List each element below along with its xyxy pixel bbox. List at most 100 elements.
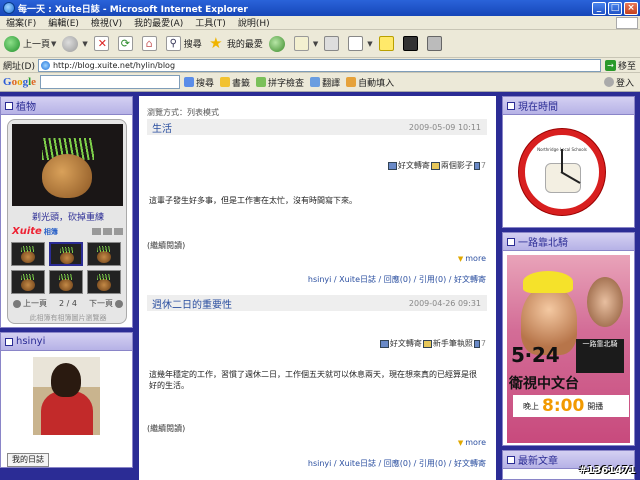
post-title[interactable]: 生活 <box>147 120 172 135</box>
search-button[interactable]: ⚲ 搜尋 <box>165 36 202 51</box>
notes-button[interactable] <box>378 36 397 51</box>
post-title[interactable]: 週休二日的重要性 <box>147 296 232 311</box>
plant-photo[interactable] <box>12 124 123 206</box>
menu-help[interactable]: 說明(H) <box>232 16 276 29</box>
thumbnail[interactable] <box>11 242 45 266</box>
post-share: 好文轉寄 兩個影子 7 <box>387 160 486 171</box>
google-toolbar: Google 搜尋 書籤 拼字檢查 翻譯 自動填入 登入 <box>0 73 640 92</box>
read-more-link[interactable]: (繼續閱讀) <box>147 423 185 434</box>
category-link[interactable]: 兩個影子 <box>441 160 473 171</box>
k-button[interactable] <box>402 36 421 51</box>
mail-button[interactable]: ▼ <box>293 36 318 51</box>
post-header: 生活 2009-05-09 10:11 <box>147 119 487 135</box>
history-button[interactable] <box>268 35 288 52</box>
widget-icon <box>5 337 13 346</box>
widget-icon <box>5 101 13 110</box>
my-diary-button[interactable]: 我的日誌 <box>7 453 49 467</box>
menu-file[interactable]: 檔案(F) <box>0 16 42 29</box>
autofill-icon <box>346 77 357 87</box>
thumbnail[interactable] <box>11 270 45 294</box>
grid-icon[interactable] <box>92 227 101 235</box>
google-spellcheck-button[interactable]: 拼字檢查 <box>256 76 304 89</box>
post-meta[interactable]: hsinyi / Xuite日誌 / 回應(0) / 引用(0) / 好文轉寄 <box>308 274 486 285</box>
menu-view[interactable]: 檢視(V) <box>85 16 128 29</box>
page-indicator: 2 / 4 <box>59 299 77 308</box>
album-pager: 上一頁 2 / 4 下一頁 <box>11 298 125 309</box>
widget-icon <box>507 455 515 464</box>
folder-icon <box>430 161 440 170</box>
more-link[interactable]: more <box>458 438 486 447</box>
category-link[interactable]: 新手筆執照 <box>433 338 473 349</box>
edit-button[interactable]: ▼ <box>348 36 373 51</box>
spellcheck-icon <box>256 77 267 87</box>
album-viewer: 剃光頭，砍掉重練 Xuite 相簿 上一頁 2 / 4 下一頁 此相簿有相簿圖片… <box>7 119 127 324</box>
prev-icon <box>13 299 21 308</box>
minimize-button[interactable]: _ <box>592 1 606 15</box>
maximize-button[interactable]: □ <box>608 1 622 15</box>
blog-main: 瀏覽方式：列表模式 生活 2009-05-09 10:11 好文轉寄 兩個影子 … <box>139 96 496 480</box>
more-link[interactable]: more <box>458 254 486 263</box>
home-button[interactable]: ⌂ <box>141 36 160 51</box>
google-translate-button[interactable]: 翻譯 <box>310 76 340 89</box>
album-controls <box>90 227 123 235</box>
close-button[interactable]: × <box>624 1 638 15</box>
thumbnail[interactable] <box>87 242 121 266</box>
go-button[interactable]: 移至 <box>601 59 640 72</box>
ad-widget: 一路靠北騎 一路靠北騎 5‧24 衛視中文台 晚上 8:00 開播 <box>502 232 635 446</box>
google-signin-button[interactable]: 登入 <box>603 76 634 89</box>
translate-icon <box>310 77 321 87</box>
thumbnail[interactable] <box>49 270 83 294</box>
menu-edit[interactable]: 編輯(E) <box>42 16 85 29</box>
ad-badge: 一路靠北騎 <box>576 339 624 373</box>
ad-banner[interactable]: 一路靠北騎 5‧24 衛視中文台 晚上 8:00 開播 <box>507 255 630 443</box>
back-arrow-icon <box>4 35 20 52</box>
window-title-bar: 每一天 : Xuite日誌 - Microsoft Internet Explo… <box>0 0 640 16</box>
read-more-link[interactable]: (繼續閱讀) <box>147 240 185 251</box>
xuite-logo: Xuite 相簿 <box>12 225 58 237</box>
profile-widget-header: hsinyi <box>1 333 132 351</box>
widget-icon <box>507 237 515 246</box>
edit-icon <box>348 36 364 51</box>
signin-icon <box>603 77 614 87</box>
google-search-button[interactable]: 搜尋 <box>184 76 214 89</box>
zoom-icon[interactable] <box>114 227 123 235</box>
post-date: 2009-04-26 09:31 <box>408 298 481 308</box>
ad-channel: 衛視中文台 <box>509 376 579 392</box>
page-content: 植物 剃光頭，砍掉重練 Xuite 相簿 上一頁 2 / 4 下一頁 此相簿有相… <box>0 92 640 480</box>
album-footer: 此相簿有相簿圖片瀏覽器 <box>29 314 107 322</box>
forward-button[interactable]: ▼ <box>62 35 88 52</box>
print-button[interactable] <box>324 36 342 51</box>
clock-hour-hand <box>561 149 563 173</box>
prev-page-button[interactable]: 上一頁 <box>11 298 47 309</box>
address-input[interactable]: http://blog.xuite.net/hylin/blog <box>37 58 601 72</box>
refresh-icon: ⟳ <box>117 36 133 51</box>
ad-widget-header: 一路靠北騎 <box>503 233 634 251</box>
share-link[interactable]: 好文轉寄 <box>390 338 422 349</box>
profile-widget-title: hsinyi <box>16 336 46 347</box>
stop-button[interactable] <box>93 36 112 51</box>
clock-mascot <box>545 163 581 193</box>
post-body: 這輩子發生好多事，但是工作害在太忙，沒有時間寫下來。 <box>149 196 357 205</box>
google-autofill-button[interactable]: 自動填入 <box>346 76 394 89</box>
post-meta[interactable]: hsinyi / Xuite日誌 / 回應(0) / 引用(0) / 好文轉寄 <box>308 458 486 469</box>
thumbnail[interactable] <box>87 270 121 294</box>
share-link[interactable]: 好文轉寄 <box>398 160 430 171</box>
profile-photo <box>33 357 100 435</box>
back-button[interactable]: 上一頁 ▼ <box>4 35 56 52</box>
play-icon[interactable] <box>103 227 112 235</box>
menu-tools[interactable]: 工具(T) <box>189 16 232 29</box>
profile-widget: hsinyi 我的日誌 <box>0 332 133 468</box>
next-page-button[interactable]: 下一頁 <box>89 298 125 309</box>
share-icon <box>379 339 389 348</box>
menu-favorites[interactable]: 我的最愛(A) <box>128 16 189 29</box>
thumbnail-selected[interactable] <box>49 242 83 266</box>
photo-button[interactable] <box>426 36 445 51</box>
printer-icon <box>324 36 340 51</box>
refresh-button[interactable]: ⟳ <box>117 36 136 51</box>
google-search-input[interactable] <box>40 75 181 89</box>
favorites-button[interactable]: ★ 我的最愛 <box>208 35 263 52</box>
post-header: 週休二日的重要性 2009-04-26 09:31 <box>147 295 487 311</box>
forward-arrow-icon <box>62 35 79 52</box>
plant-widget-header: 植物 <box>1 97 132 115</box>
google-bookmark-button[interactable]: 書籤 <box>220 76 250 89</box>
